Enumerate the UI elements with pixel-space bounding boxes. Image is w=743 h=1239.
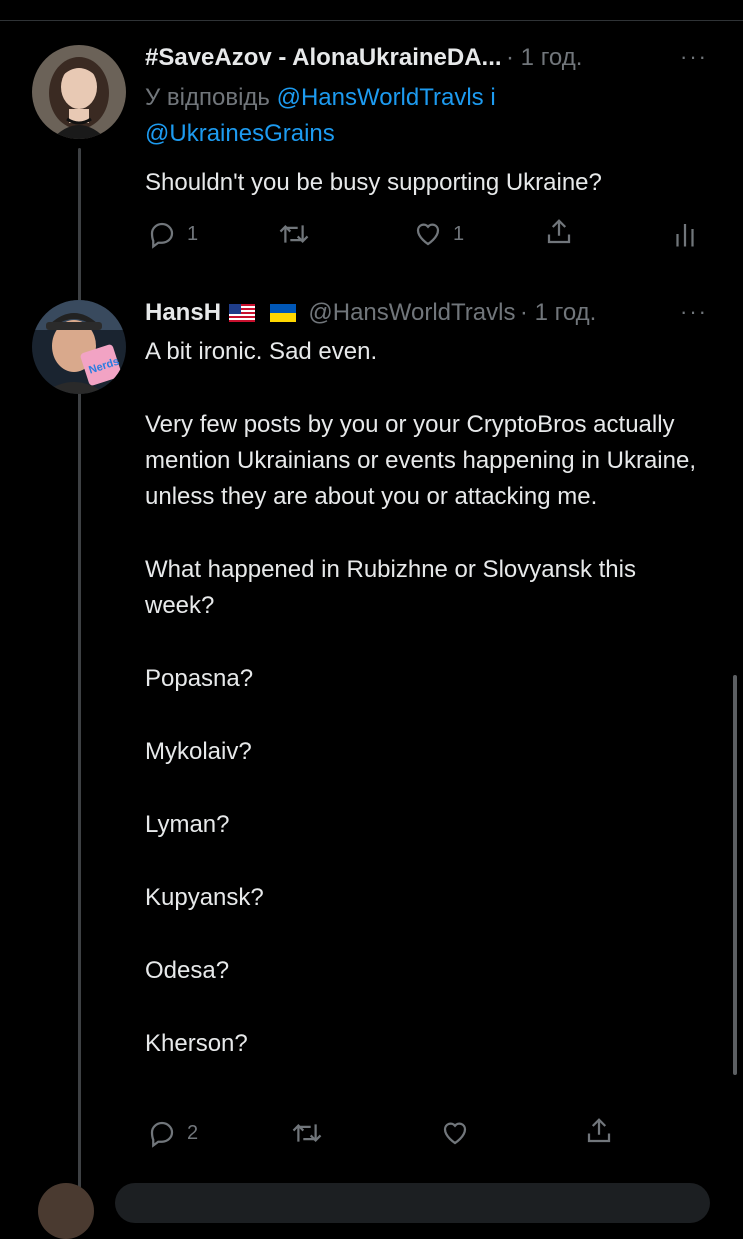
reply-prefix: У відповідь [145, 84, 270, 111]
top-divider [0, 20, 743, 21]
analytics-button[interactable] [672, 219, 698, 249]
retweet-button[interactable] [291, 1118, 323, 1148]
tweet-paragraph: Odesa? [145, 957, 230, 984]
timestamp[interactable]: · 1 год. [506, 44, 582, 71]
retweet-button[interactable] [278, 219, 310, 249]
share-icon [547, 219, 571, 244]
mention-link[interactable]: @HansWorldTravls [277, 84, 484, 111]
reply-button[interactable]: 2 [147, 1118, 198, 1148]
reply-input[interactable] [115, 1183, 710, 1223]
share-button[interactable] [584, 1116, 614, 1146]
tweet-paragraph: What happened in Rubizhne or Slovyansk t… [145, 556, 636, 619]
tweet-paragraph: Very few posts by you or your CryptoBros… [145, 411, 696, 510]
tweet-paragraph: Kupyansk? [145, 884, 264, 911]
like-icon [416, 223, 440, 246]
reply-context: У відповідь @HansWorldTravls і @Ukraines… [145, 80, 705, 152]
avatar[interactable] [32, 45, 126, 139]
tweet-header: HansH @HansWorldTravls · 1 год. [145, 299, 596, 327]
tweet-header: #SaveAzov - AlonaUkraineDA... · 1 год. [145, 44, 582, 72]
more-icon[interactable]: ··· [680, 44, 708, 70]
mention-conjunction: і [490, 84, 496, 111]
display-name[interactable]: #SaveAzov - AlonaUkraineDA... [145, 44, 502, 71]
analytics-icon [676, 224, 694, 247]
tweet-paragraph: A bit ironic. Sad even. [145, 338, 378, 365]
reply-count: 2 [187, 1121, 199, 1144]
handle[interactable]: @HansWorldTravls [308, 299, 515, 326]
display-name[interactable]: HansH [145, 299, 221, 326]
scrollbar[interactable] [733, 675, 737, 1075]
reply-icon [150, 1121, 174, 1148]
tweet-paragraph: Popasna? [145, 665, 254, 692]
mention-link[interactable]: @UkrainesGrains [145, 120, 335, 147]
us-flag-icon [229, 304, 256, 322]
like-count: 1 [453, 222, 465, 245]
avatar[interactable] [38, 1183, 94, 1239]
reply-icon [150, 222, 174, 249]
like-button[interactable] [440, 1118, 470, 1148]
share-icon [587, 1118, 611, 1143]
retweet-icon [279, 225, 309, 243]
reply-count: 1 [187, 222, 199, 245]
avatar[interactable]: Nerds [32, 300, 126, 394]
reply-button[interactable]: 1 [147, 219, 198, 249]
share-button[interactable] [544, 217, 574, 247]
tweet-paragraph: Mykolaiv? [145, 738, 252, 765]
like-button[interactable]: 1 [413, 219, 464, 249]
ukraine-flag-icon [269, 304, 296, 322]
retweet-icon [292, 1124, 322, 1142]
like-icon [443, 1122, 467, 1145]
tweet-paragraph: Kherson? [145, 1030, 248, 1057]
tweet-text: A bit ironic. Sad even. Very few posts b… [145, 334, 715, 1099]
tweet-text: Shouldn't you be busy supporting Ukraine… [145, 169, 602, 196]
tweet-paragraph: Lyman? [145, 811, 230, 838]
more-icon[interactable]: ··· [680, 299, 708, 325]
timestamp[interactable]: · 1 год. [520, 299, 596, 326]
